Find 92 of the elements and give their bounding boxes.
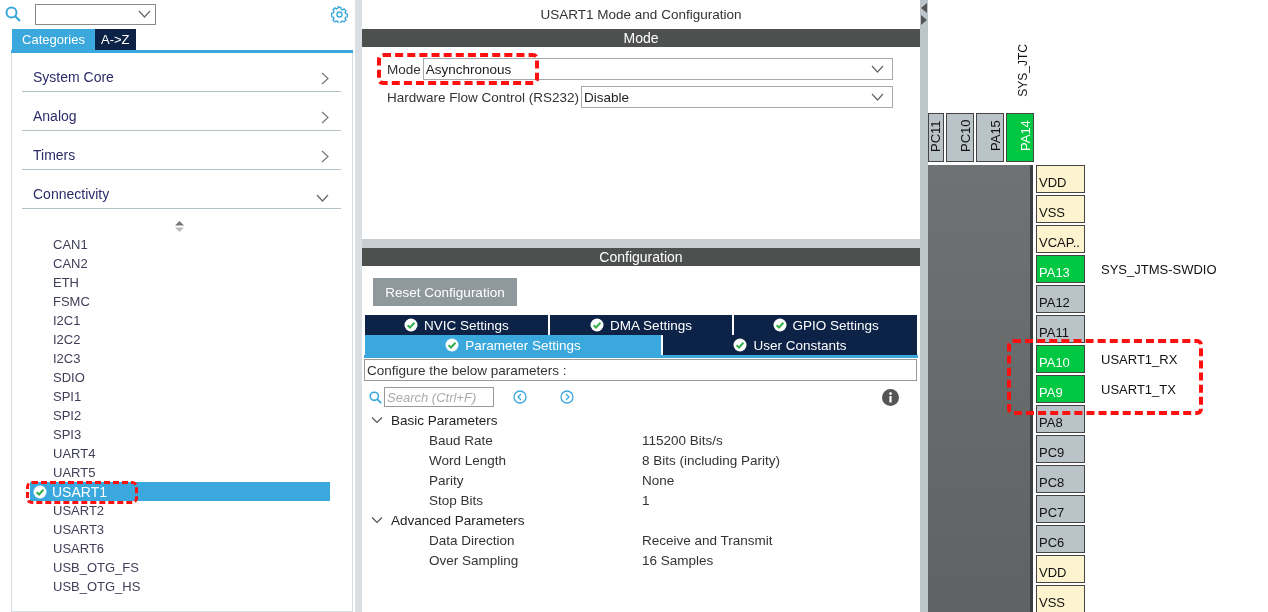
settings-tab[interactable]: NVIC Settings	[365, 315, 548, 335]
signal-label: SYS_JTMS-SWDIO	[1101, 260, 1217, 279]
pin[interactable]: VCAP..	[1036, 225, 1085, 253]
parameter-value: Receive and Transmit	[642, 532, 774, 548]
check-icon	[590, 318, 605, 332]
peripheral-item[interactable]: SDIO	[30, 368, 330, 387]
pin[interactable]: PA11	[1036, 315, 1085, 343]
group-label: Basic Parameters	[391, 412, 498, 428]
check-icon	[733, 338, 748, 352]
search-combobox[interactable]	[35, 3, 156, 25]
description-text: Configure the below parameters :	[364, 359, 917, 381]
chevron-down-icon[interactable]	[371, 414, 383, 426]
peripheral-item[interactable]: USART6	[30, 539, 330, 558]
pin[interactable]: PA8	[1036, 405, 1085, 433]
chevron-right-icon	[321, 150, 329, 163]
section-header: Configuration	[362, 248, 920, 266]
parameter-name: Over Sampling	[429, 552, 520, 568]
pin[interactable]: VSS	[1036, 585, 1085, 612]
category-header[interactable]: Connectivity	[22, 170, 341, 209]
field-label: Mode	[387, 61, 421, 77]
category-header[interactable]: Timers	[22, 131, 341, 170]
chevron-down-icon[interactable]	[371, 514, 383, 526]
pin[interactable]: PC8	[1036, 465, 1085, 493]
pin[interactable]: VDD	[1036, 165, 1085, 193]
peripheral-item[interactable]: SPI2	[30, 406, 330, 425]
parameter-value: 16 Samples	[642, 552, 715, 568]
search-icon[interactable]	[5, 6, 21, 22]
panel-title: USART1 Mode and Configuration	[539, 6, 743, 24]
pin[interactable]: VDD	[1036, 555, 1085, 583]
search-icon[interactable]	[369, 390, 382, 404]
field-label: Hardware Flow Control (RS232)	[387, 89, 580, 105]
parameter-value: 8 Bits (including Parity)	[642, 452, 782, 468]
group-label: Advanced Parameters	[391, 512, 525, 528]
peripheral-item[interactable]: FSMC	[30, 292, 330, 311]
check-icon	[772, 318, 787, 332]
pin[interactable]: PC9	[1036, 435, 1085, 463]
peripheral-item[interactable]: USART2	[30, 501, 330, 520]
category-header[interactable]: System Core	[22, 53, 341, 92]
check-icon	[403, 318, 418, 332]
settings-icon[interactable]	[331, 5, 348, 23]
peripheral-item[interactable]: ETH	[30, 273, 330, 292]
peripheral-item[interactable]: SPI1	[30, 387, 330, 406]
chevron-down-icon	[871, 65, 884, 73]
next-icon[interactable]	[560, 390, 574, 404]
parameter-name: Parity	[429, 472, 465, 488]
peripheral-item[interactable]: USB_OTG_HS	[30, 577, 330, 596]
pin[interactable]: PC10	[946, 113, 974, 162]
parameter-name: Baud Rate	[429, 432, 494, 448]
pin[interactable]: PA12	[1036, 285, 1085, 313]
signal-label: USART1_TX	[1101, 380, 1176, 399]
previous-icon[interactable]	[513, 390, 527, 404]
search-field[interactable]: Search (Ctrl+F)	[384, 387, 494, 407]
pin[interactable]: VSS	[1036, 195, 1085, 223]
peripheral-item[interactable]: USB_OTG_FS	[30, 558, 330, 577]
pin[interactable]: PC7	[1036, 495, 1085, 523]
dropdown-field[interactable]: Disable	[581, 86, 893, 108]
section-header: Mode	[362, 29, 920, 47]
chevron-down-icon	[316, 194, 329, 202]
peripheral-item[interactable]: USART3	[30, 520, 330, 539]
peripheral-item[interactable]: I2C2	[30, 330, 330, 349]
category-tab[interactable]: A->Z	[95, 29, 136, 50]
pin[interactable]: PC11	[928, 113, 944, 162]
signal-label: USART1_RX	[1101, 350, 1178, 369]
sort-icon[interactable]	[175, 221, 184, 232]
peripheral-item[interactable]: UART4	[30, 444, 330, 463]
check-icon	[445, 338, 460, 352]
signal-label: SYS_JTC	[1016, 44, 1030, 97]
settings-tab[interactable]: DMA Settings	[549, 315, 733, 335]
settings-tab[interactable]: GPIO Settings	[734, 315, 917, 335]
parameter-name: Data Direction	[429, 532, 516, 548]
parameter-value: None	[642, 472, 676, 488]
peripheral-item[interactable]: I2C3	[30, 349, 330, 368]
pin[interactable]: PC6	[1036, 525, 1085, 553]
parameter-name: Stop Bits	[429, 492, 485, 508]
settings-tab[interactable]: User Constants	[663, 335, 917, 355]
category-header[interactable]: Analog	[22, 92, 341, 131]
parameter-name: Word Length	[429, 452, 508, 468]
info-icon[interactable]	[882, 388, 899, 406]
peripheral-item[interactable]: CAN2	[30, 254, 330, 273]
parameter-value: 115200 Bits/s	[642, 432, 724, 448]
peripheral-item[interactable]: I2C1	[30, 311, 330, 330]
parameter-value: 1	[642, 492, 651, 508]
dropdown-field[interactable]: Asynchronous	[422, 58, 893, 80]
peripheral-item[interactable]: CAN1	[30, 235, 330, 254]
chevron-down-icon	[871, 93, 884, 101]
check-icon	[33, 484, 47, 499]
peripheral-item[interactable]: UART5	[30, 463, 330, 482]
peripheral-item[interactable]: SPI3	[30, 425, 330, 444]
chevron-right-icon	[321, 111, 329, 124]
pin[interactable]: PA15	[976, 113, 1004, 162]
chevron-right-icon	[321, 72, 329, 85]
chevron-down-icon	[138, 10, 151, 18]
